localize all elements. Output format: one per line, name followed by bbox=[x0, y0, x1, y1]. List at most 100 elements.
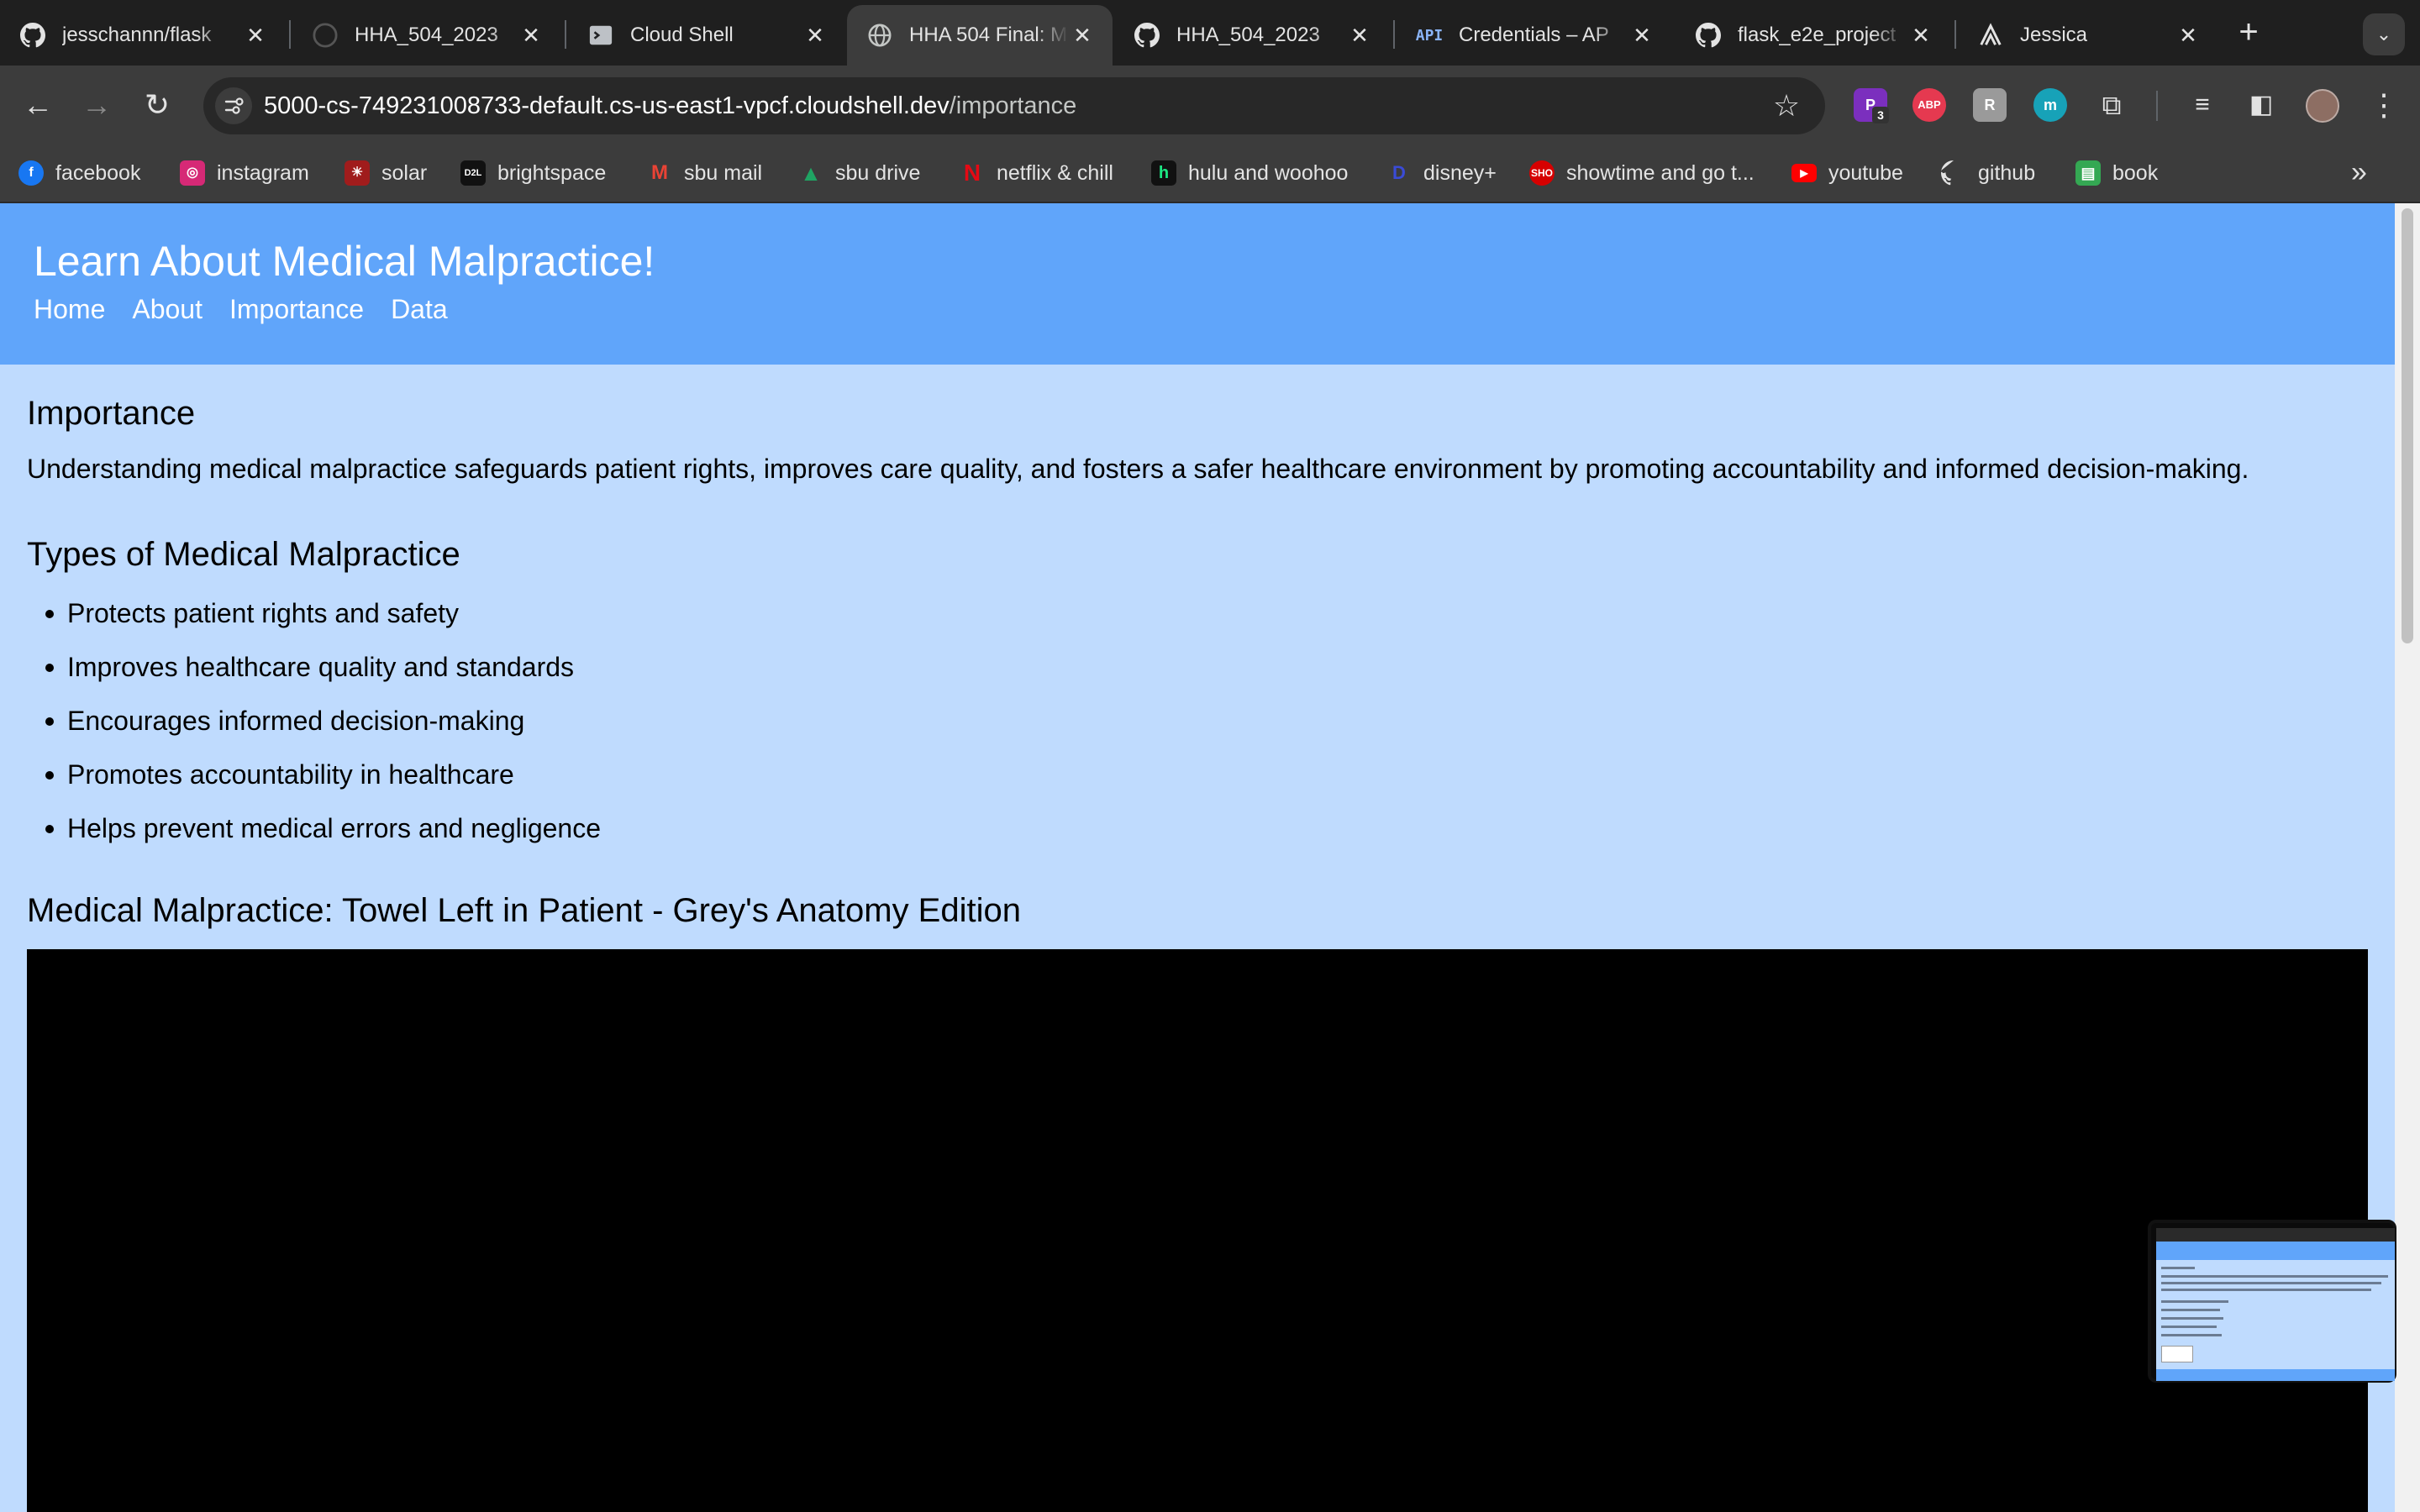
list-item: Protects patient rights and safety bbox=[27, 595, 601, 648]
bookmark-netflix[interactable]: Nnetflix & chill bbox=[960, 156, 1113, 190]
close-icon[interactable]: ✕ bbox=[519, 24, 543, 47]
url-text[interactable]: 5000-cs-749231008733-default.cs-us-east1… bbox=[264, 77, 1076, 134]
preview-line bbox=[2161, 1282, 2381, 1284]
extension-r-icon[interactable]: R bbox=[1973, 88, 2007, 122]
forward-arrow-icon[interactable]: → bbox=[76, 84, 118, 126]
types-list: Protects patient rights and safety Impro… bbox=[27, 595, 601, 864]
profile-avatar[interactable] bbox=[2306, 89, 2339, 123]
youtube-icon: ▶ bbox=[1791, 164, 1817, 182]
site-info-icon[interactable] bbox=[215, 87, 252, 124]
list-item-text: Encourages informed decision-making bbox=[67, 706, 525, 736]
bookmark-facebook[interactable]: f facebook bbox=[18, 156, 140, 190]
close-icon[interactable]: ✕ bbox=[1071, 24, 1094, 47]
nav-link-about[interactable]: About bbox=[132, 294, 203, 325]
list-item: Encourages informed decision-making bbox=[27, 702, 601, 756]
list-item-text: Improves healthcare quality and standard… bbox=[67, 652, 575, 682]
github-icon bbox=[313, 23, 338, 48]
tab-4[interactable]: HHA_504_2023 ✕ bbox=[1114, 5, 1390, 66]
close-icon[interactable]: ✕ bbox=[244, 24, 267, 47]
preview-line bbox=[2161, 1300, 2228, 1303]
extension-p-icon[interactable]: P3 bbox=[1854, 88, 1889, 123]
tab-1[interactable]: HHA_504_2023 ✕ bbox=[292, 5, 561, 66]
preview-browser-bar bbox=[2156, 1228, 2395, 1242]
media-controls-icon[interactable]: ≡ bbox=[2181, 84, 2223, 126]
bookmark-brightspace[interactable]: D2L brightspace bbox=[460, 156, 606, 190]
address-bar[interactable]: 5000-cs-749231008733-default.cs-us-east1… bbox=[203, 77, 1825, 134]
facebook-icon: f bbox=[18, 160, 44, 186]
bookmark-label: disney+ bbox=[1423, 160, 1497, 185]
types-heading: Types of Medical Malpractice bbox=[27, 536, 460, 573]
nav-link-home[interactable]: Home bbox=[34, 294, 105, 325]
extensions-puzzle-icon[interactable]: ⧉ bbox=[2091, 84, 2133, 126]
side-panel-icon[interactable]: ◧ bbox=[2240, 84, 2282, 126]
list-item-text: Helps prevent medical errors and neglige… bbox=[67, 813, 602, 843]
solar-icon: ☀ bbox=[345, 160, 370, 186]
adblock-plus-icon[interactable]: ABP bbox=[1912, 88, 1946, 122]
close-icon[interactable]: ✕ bbox=[1630, 24, 1654, 47]
video-heading: Medical Malpractice: Towel Left in Patie… bbox=[27, 892, 1021, 929]
tab-title: flask_e2e_project bbox=[1738, 24, 1897, 46]
bookmark-label: brightspace bbox=[497, 160, 607, 185]
reload-icon[interactable]: ↻ bbox=[136, 84, 178, 126]
github-icon bbox=[1696, 23, 1721, 48]
bookmark-github[interactable]: github bbox=[1939, 156, 2035, 190]
tab-separator bbox=[565, 20, 566, 49]
list-item: Promotes accountability in healthcare bbox=[27, 756, 601, 810]
tab-search-chevron-icon[interactable]: ⌄ bbox=[2363, 13, 2405, 55]
tab-5[interactable]: API Credentials – AP ✕ bbox=[1397, 5, 1672, 66]
list-item: Helps prevent medical errors and neglige… bbox=[27, 810, 601, 864]
close-icon[interactable]: ✕ bbox=[2176, 24, 2200, 47]
tab-6[interactable]: flask_e2e_project ✕ bbox=[1676, 5, 1951, 66]
new-tab-icon[interactable]: + bbox=[2230, 15, 2267, 52]
embedded-video-player[interactable] bbox=[27, 949, 2368, 1512]
bookmark-label: sbu drive bbox=[835, 160, 921, 185]
toolbar: ← → ↻ 5000-cs-749231008733-default.cs-us… bbox=[0, 66, 2420, 144]
bookmark-label: hulu and woohoo bbox=[1188, 160, 1349, 185]
api-icon: API bbox=[1415, 26, 1444, 45]
bookmark-book[interactable]: ▤ book bbox=[2075, 156, 2158, 190]
bookmark-label: facebook bbox=[55, 160, 141, 185]
url-host: 5000-cs-749231008733-default.cs-us-east1… bbox=[264, 92, 950, 119]
close-icon[interactable]: ✕ bbox=[1348, 24, 1371, 47]
drive-icon: ▲ bbox=[800, 160, 822, 186]
bookmark-sbu-mail[interactable]: Msbu mail bbox=[647, 156, 762, 190]
github-icon bbox=[20, 23, 45, 48]
back-arrow-icon[interactable]: ← bbox=[17, 84, 59, 126]
nav-link-data[interactable]: Data bbox=[391, 294, 448, 325]
bookmarks-bar: f facebook ◎ instagram ☀ solar D2L brightspa… bbox=[0, 144, 2420, 203]
bookmark-disney[interactable]: Ddisney+ bbox=[1386, 156, 1497, 190]
preview-footer bbox=[2156, 1369, 2395, 1381]
bookmark-showtime[interactable]: SHO showtime and go t... bbox=[1529, 156, 1754, 190]
tab-0[interactable]: jesschannn/flask ✕ bbox=[0, 5, 286, 66]
url-path: /importance bbox=[949, 92, 1077, 119]
bookmark-solar[interactable]: ☀ solar bbox=[345, 156, 427, 190]
browser-chrome: jesschannn/flask ✕ HHA_504_2023 ✕ Cloud … bbox=[0, 0, 2420, 203]
bookmark-label: book bbox=[2112, 160, 2159, 185]
bookmark-star-icon[interactable]: ☆ bbox=[1770, 89, 1803, 123]
close-icon[interactable]: ✕ bbox=[1909, 24, 1933, 47]
tab-3-active[interactable]: HHA 504 Final: M ✕ bbox=[847, 5, 1113, 66]
bullet bbox=[45, 664, 54, 672]
preview-line bbox=[2161, 1267, 2195, 1269]
nav-link-importance[interactable]: Importance bbox=[229, 294, 364, 325]
page-scrollbar[interactable] bbox=[2395, 203, 2420, 1512]
bookmark-label: instagram bbox=[217, 160, 309, 185]
tab-2[interactable]: Cloud Shell ✕ bbox=[568, 5, 845, 66]
menu-kebab-icon[interactable]: ⋮ bbox=[2363, 84, 2405, 126]
bookmark-label: youtube bbox=[1828, 160, 1903, 185]
bookmark-sbu-drive[interactable]: ▲ sbu drive bbox=[798, 156, 920, 190]
page-content: Learn About Medical Malpractice! Home Ab… bbox=[0, 203, 2395, 1512]
bookmarks-overflow-icon[interactable]: » bbox=[2351, 156, 2367, 189]
bookmark-hulu[interactable]: h hulu and woohoo bbox=[1151, 156, 1348, 190]
extension-m-icon[interactable]: m bbox=[2033, 88, 2067, 122]
toolbar-divider bbox=[2156, 91, 2158, 121]
close-icon[interactable]: ✕ bbox=[803, 24, 827, 47]
sheets-icon: ▤ bbox=[2075, 160, 2101, 186]
tab-title: Jessica bbox=[2020, 24, 2088, 46]
scrollbar-thumb[interactable] bbox=[2402, 208, 2413, 643]
hulu-icon: h bbox=[1151, 160, 1176, 186]
bookmark-instagram[interactable]: ◎ instagram bbox=[180, 156, 309, 190]
site-title: Learn About Medical Malpractice! bbox=[34, 238, 655, 285]
bookmark-youtube[interactable]: ▶ youtube bbox=[1791, 156, 1903, 190]
tab-7[interactable]: Jessica ✕ bbox=[1958, 5, 2218, 66]
